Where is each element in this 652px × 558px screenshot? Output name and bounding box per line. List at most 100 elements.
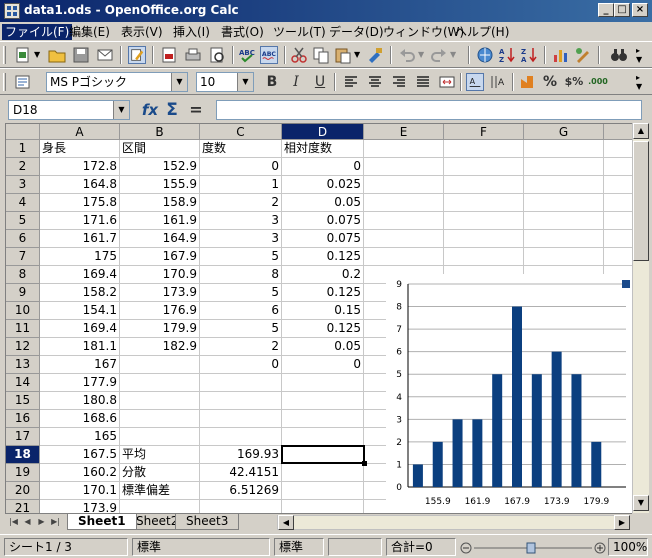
cell[interactable] — [604, 248, 632, 266]
align-center-icon[interactable] — [366, 73, 384, 91]
cell[interactable]: 2 — [200, 194, 282, 212]
cell[interactable]: 3 — [200, 230, 282, 248]
cell[interactable] — [364, 212, 444, 230]
cell[interactable]: 平均 — [120, 446, 200, 464]
next-sheet-icon[interactable]: ▶ — [35, 515, 48, 529]
column-header-h[interactable] — [604, 124, 632, 140]
row-header-14[interactable]: 14 — [6, 374, 40, 392]
formula-equals-icon[interactable]: = — [186, 100, 206, 120]
cell[interactable]: 167 — [40, 356, 120, 374]
font-name-dropdown-icon[interactable]: ▼ — [171, 73, 187, 91]
spellcheck-icon[interactable]: ABC — [238, 46, 256, 64]
cell[interactable] — [444, 158, 524, 176]
cell[interactable] — [524, 194, 604, 212]
column-header-g[interactable]: G — [524, 124, 604, 140]
export-pdf-icon[interactable] — [160, 46, 178, 64]
cell[interactable]: 164.8 — [40, 176, 120, 194]
spreadsheet-grid[interactable]: A B C D E F G 1 身長 区間 度数 相対度数 2 172.8 152.9 0 0 3 164.8 155… — [5, 123, 632, 513]
column-header-f[interactable]: F — [444, 124, 524, 140]
cell[interactable] — [604, 176, 632, 194]
cell[interactable] — [604, 194, 632, 212]
toolbar-overflow-icon[interactable]: ▸ ▼ — [636, 73, 642, 91]
prev-sheet-icon[interactable]: ◀ — [21, 515, 34, 529]
cell[interactable]: 180.8 — [40, 392, 120, 410]
cell[interactable]: 0.025 — [282, 176, 364, 194]
cell[interactable]: 0.15 — [282, 302, 364, 320]
sort-descending-icon[interactable]: ZA — [520, 46, 538, 64]
cell[interactable] — [200, 392, 282, 410]
merge-cells-icon[interactable] — [438, 73, 456, 91]
cell[interactable] — [120, 356, 200, 374]
row-header-13[interactable]: 13 — [6, 356, 40, 374]
cell[interactable]: 6.51269 — [200, 482, 282, 500]
cell[interactable]: 0.125 — [282, 248, 364, 266]
horizontal-scrollbar[interactable]: ◀ ▶ — [277, 515, 630, 530]
cell[interactable]: 分散 — [120, 464, 200, 482]
cell[interactable] — [364, 248, 444, 266]
cell[interactable] — [282, 392, 364, 410]
cell[interactable]: 158.9 — [120, 194, 200, 212]
cell[interactable] — [444, 140, 524, 158]
paste-icon[interactable] — [334, 46, 352, 64]
show-draw-functions-icon[interactable] — [574, 46, 592, 64]
find-binoculars-icon[interactable] — [610, 46, 628, 64]
cell[interactable] — [364, 230, 444, 248]
cell[interactable] — [282, 482, 364, 500]
column-header-c[interactable]: C — [200, 124, 282, 140]
font-size-dropdown-icon[interactable]: ▼ — [237, 73, 253, 91]
cell[interactable] — [364, 176, 444, 194]
undo-icon[interactable] — [398, 46, 416, 64]
row-header-5[interactable]: 5 — [6, 212, 40, 230]
cell[interactable]: 42.4151 — [200, 464, 282, 482]
row-header-4[interactable]: 4 — [6, 194, 40, 212]
number-format-currency-icon[interactable] — [518, 73, 536, 91]
row-header-20[interactable]: 20 — [6, 482, 40, 500]
row-header-6[interactable]: 6 — [6, 230, 40, 248]
align-left-icon[interactable] — [342, 73, 360, 91]
cell[interactable] — [444, 176, 524, 194]
row-header-11[interactable]: 11 — [6, 320, 40, 338]
cell[interactable] — [200, 410, 282, 428]
close-button[interactable]: × — [632, 3, 648, 17]
cell[interactable] — [120, 410, 200, 428]
cell[interactable]: 8 — [200, 266, 282, 284]
cell[interactable]: 0.05 — [282, 338, 364, 356]
cell[interactable] — [364, 194, 444, 212]
insert-mode-status[interactable]: 標準 — [274, 538, 324, 556]
sheet-tab-3[interactable]: Sheet3 — [175, 514, 240, 530]
scroll-left-button[interactable]: ◀ — [278, 515, 294, 530]
font-name-combo[interactable]: MS Pゴシック ▼ — [46, 72, 188, 92]
cell[interactable]: 0.125 — [282, 284, 364, 302]
cell[interactable]: 169.93 — [200, 446, 282, 464]
cell[interactable]: 168.6 — [40, 410, 120, 428]
cell[interactable]: 182.9 — [120, 338, 200, 356]
cut-icon[interactable] — [290, 46, 308, 64]
cell[interactable]: 154.1 — [40, 302, 120, 320]
cell[interactable] — [282, 410, 364, 428]
row-header-18[interactable]: 18 — [6, 446, 40, 464]
minimize-button[interactable]: _ — [598, 3, 614, 17]
cell[interactable]: 177.9 — [40, 374, 120, 392]
open-folder-icon[interactable] — [48, 46, 66, 64]
redo-icon[interactable] — [430, 46, 448, 64]
column-header-e[interactable]: E — [364, 124, 444, 140]
row-header-21[interactable]: 21 — [6, 500, 40, 513]
cell[interactable] — [120, 500, 200, 513]
vertical-scroll-thumb[interactable] — [633, 141, 649, 261]
cell[interactable]: 171.6 — [40, 212, 120, 230]
cell[interactable]: 165 — [40, 428, 120, 446]
row-header-2[interactable]: 2 — [6, 158, 40, 176]
cell[interactable]: 160.2 — [40, 464, 120, 482]
scroll-right-button[interactable]: ▶ — [614, 515, 630, 530]
cell[interactable]: 161.9 — [120, 212, 200, 230]
cell[interactable] — [282, 500, 364, 513]
formula-input[interactable] — [216, 100, 642, 120]
page-preview-icon[interactable] — [208, 46, 226, 64]
cell[interactable]: 175.8 — [40, 194, 120, 212]
text-direction-ltr-icon[interactable]: A — [466, 73, 484, 91]
justify-icon[interactable] — [414, 73, 432, 91]
cell[interactable]: 173.9 — [40, 500, 120, 513]
cell[interactable] — [200, 428, 282, 446]
name-box[interactable]: D18 ▼ — [8, 100, 130, 120]
cell[interactable]: 身長 — [40, 140, 120, 158]
